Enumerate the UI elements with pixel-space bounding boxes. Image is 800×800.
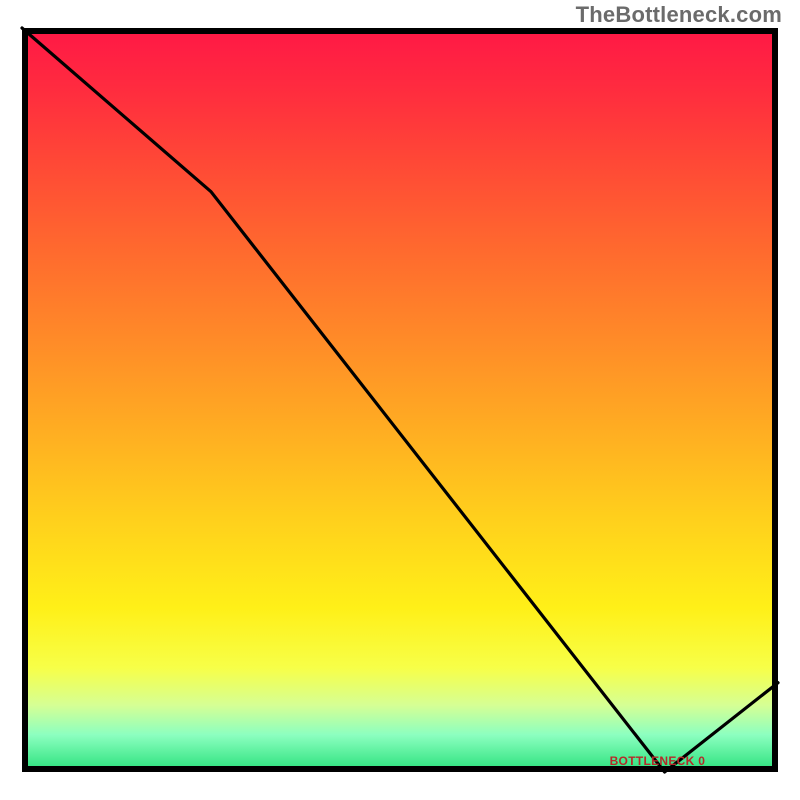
chart-line (22, 28, 778, 772)
chart-container: BOTTLENECK 0 (0, 0, 800, 800)
chart-page: TheBottleneck.com BOTTLENECK 0 (0, 0, 800, 800)
chart-line-svg (22, 28, 778, 772)
bottleneck-zero-caption: BOTTLENECK 0 (610, 754, 706, 768)
